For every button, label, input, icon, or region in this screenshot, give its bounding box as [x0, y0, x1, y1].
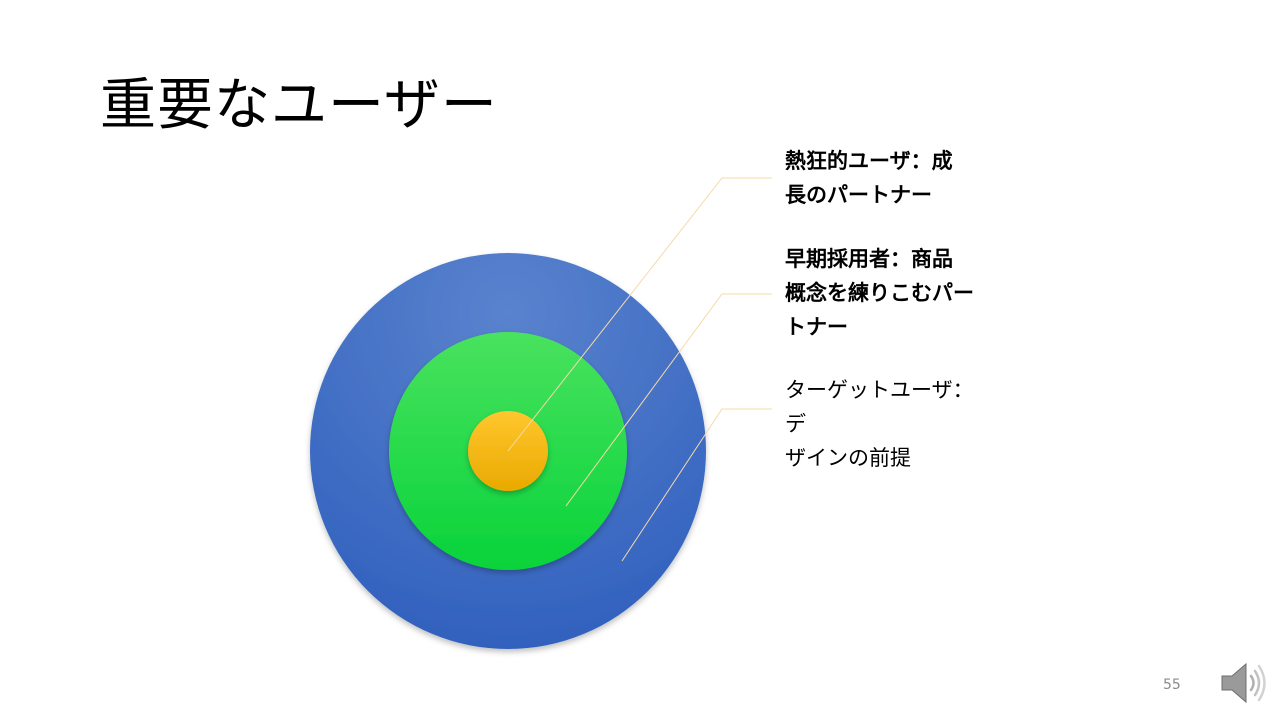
- label-target-users-line: ザインの前提: [785, 446, 911, 470]
- label-early-adopters-line: トナー: [785, 315, 848, 339]
- concentric-diagram: [310, 177, 772, 649]
- label-enthusiasts-line: 熱狂的ユーザ：成: [785, 149, 953, 173]
- speaker-icon[interactable]: [1218, 660, 1266, 706]
- label-enthusiasts-line: 長のパートナー: [785, 183, 932, 207]
- page-number: 55: [1163, 677, 1181, 693]
- label-target-users: ターゲットユーザ：デ ザインの前提: [785, 373, 985, 475]
- label-early-adopters-line: 早期採用者：商品: [785, 247, 953, 271]
- label-enthusiasts: 熱狂的ユーザ：成 長のパートナー: [785, 144, 985, 212]
- label-target-users-line: ターゲットユーザ：デ: [785, 378, 974, 436]
- label-early-adopters-line: 概念を練りこむパー: [785, 281, 974, 305]
- label-early-adopters: 早期採用者：商品 概念を練りこむパー トナー: [785, 242, 985, 344]
